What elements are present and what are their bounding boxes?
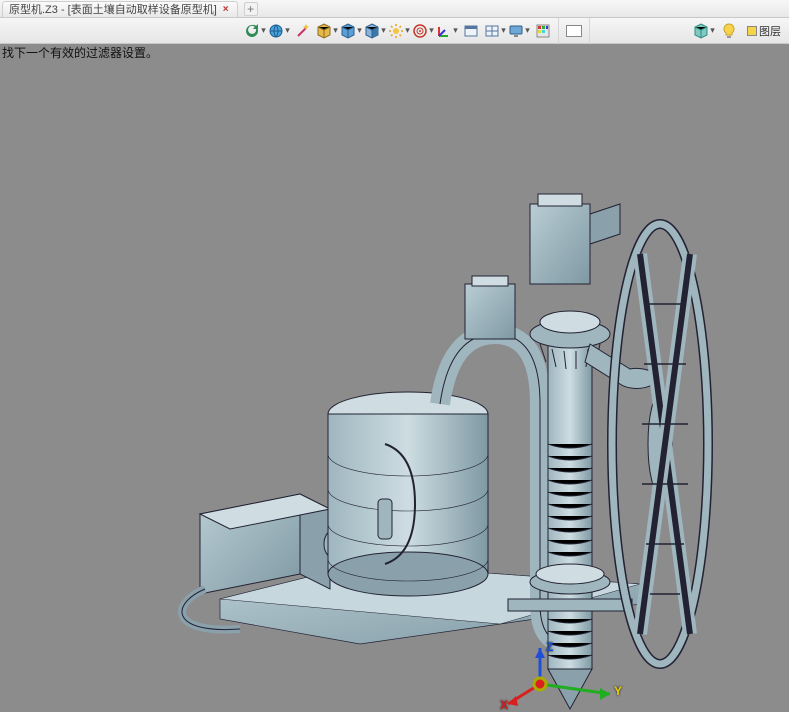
hint-bulb-button[interactable]	[717, 20, 741, 42]
target-button[interactable]: ▾	[412, 20, 434, 42]
cube-blue-button[interactable]: ▾	[340, 20, 362, 42]
monitor-button[interactable]: ▾	[508, 20, 530, 42]
world-button[interactable]: ▾	[268, 20, 290, 42]
window-b-button[interactable]: ▾	[484, 20, 506, 42]
palette-button[interactable]	[532, 20, 554, 42]
document-tab-title: 原型机.Z3 - [表面土壤自动取样设备原型机]	[9, 1, 217, 17]
cad-viewport[interactable]: X Y Z	[0, 18, 789, 712]
sun-button[interactable]: ▾	[388, 20, 410, 42]
layer-dropdown-button[interactable]: 图层	[743, 20, 785, 42]
cube-gold-icon	[316, 23, 332, 39]
status-message: 找下一个有效的过滤器设置。	[2, 44, 158, 61]
add-tab-button[interactable]: +	[244, 2, 258, 16]
chevron-down-icon: ▾	[380, 25, 386, 36]
layer-cube-icon	[693, 23, 709, 39]
regen-button[interactable]: ▾	[244, 20, 266, 42]
layer-dropdown-label: 图层	[759, 23, 781, 39]
cube-blue-icon	[340, 23, 356, 39]
magic-wand-icon	[295, 23, 311, 39]
layer-color-chip-icon	[747, 26, 757, 36]
chevron-down-icon: ▾	[332, 25, 338, 36]
cube-gold-button[interactable]: ▾	[316, 20, 338, 42]
origin-axis-icon	[436, 23, 452, 39]
chevron-down-icon: ▾	[500, 25, 506, 36]
layer-tool-group: ▾ 图层	[689, 18, 789, 44]
window-b-icon	[484, 23, 500, 39]
chevron-down-icon: ▾	[709, 25, 715, 36]
monitor-icon	[508, 23, 524, 39]
plus-icon: +	[247, 3, 254, 15]
sun-icon	[388, 23, 404, 39]
window-a-icon	[463, 23, 479, 39]
palette-icon	[535, 23, 551, 39]
chevron-down-icon: ▾	[260, 25, 266, 36]
target-icon	[412, 23, 428, 39]
view-toolbar: ▾ ▾ ▾ ▾ ▾ ▾ ▾ ▾ ▾ ▾ ▾ 图层	[0, 18, 789, 44]
chevron-down-icon: ▾	[356, 25, 362, 36]
view-tool-group: ▾ ▾ ▾ ▾ ▾ ▾ ▾ ▾ ▾ ▾	[240, 18, 559, 44]
regen-icon	[244, 23, 260, 39]
world-icon	[268, 23, 284, 39]
chevron-down-icon: ▾	[452, 25, 458, 36]
document-tab[interactable]: 原型机.Z3 - [表面土壤自动取样设备原型机] ×	[2, 1, 238, 17]
swatch-group	[559, 18, 590, 44]
model-area[interactable]: X Y Z	[0, 44, 789, 712]
magic-wand-button[interactable]	[292, 20, 314, 42]
close-tab-icon[interactable]: ×	[223, 4, 229, 15]
layer-cube-button[interactable]: ▾	[693, 20, 715, 42]
color-swatch-icon	[566, 25, 582, 37]
chevron-down-icon: ▾	[404, 25, 410, 36]
model-render	[0, 44, 789, 712]
window-a-button[interactable]	[460, 20, 482, 42]
tab-bar: 原型机.Z3 - [表面土壤自动取样设备原型机] × +	[0, 0, 789, 18]
background-swatch-button[interactable]	[563, 20, 585, 42]
origin-axis-button[interactable]: ▾	[436, 20, 458, 42]
chevron-down-icon: ▾	[428, 25, 434, 36]
chevron-down-icon: ▾	[284, 25, 290, 36]
bulb-icon	[721, 23, 737, 39]
chevron-down-icon: ▾	[524, 25, 530, 36]
cube-shaded-icon	[364, 23, 380, 39]
cube-shaded-button[interactable]: ▾	[364, 20, 386, 42]
